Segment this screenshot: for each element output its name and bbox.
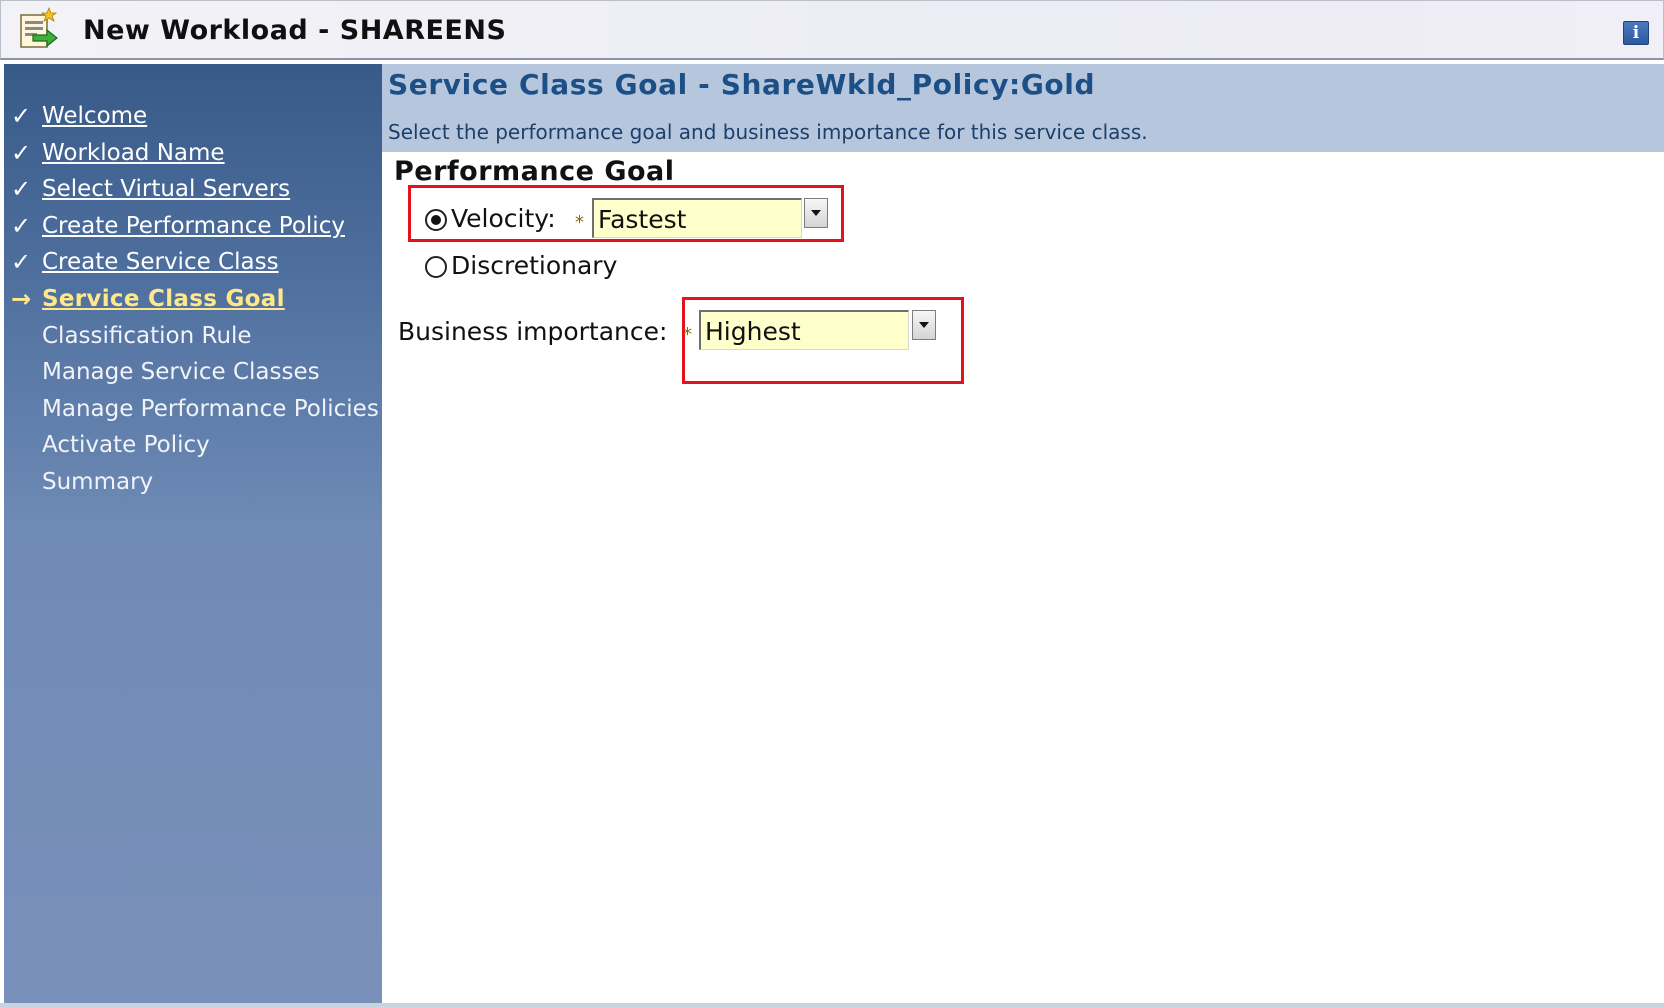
velocity-radio[interactable] [425, 209, 447, 231]
step-manage-service-classes: Manage Service Classes [4, 354, 382, 391]
step-label[interactable]: Workload Name [42, 135, 225, 171]
workload-wizard-icon [20, 7, 58, 48]
business-importance-dropdown-button[interactable] [912, 310, 936, 340]
velocity-select-value: Fastest [598, 205, 687, 234]
page-title: Service Class Goal - ShareWkld_Policy:Go… [388, 68, 1096, 101]
step-summary: Summary [4, 464, 382, 501]
check-icon: ✓ [11, 248, 32, 277]
discretionary-label: Discretionary [451, 251, 618, 280]
title-bar: New Workload - SHAREENS i [0, 0, 1664, 60]
velocity-dropdown-button[interactable] [804, 198, 828, 228]
step-classification-rule: Classification Rule [4, 318, 382, 355]
step-create-service-class[interactable]: ✓ Create Service Class [4, 244, 382, 281]
step-label[interactable]: Service Class Goal [42, 281, 285, 317]
check-icon: ✓ [11, 211, 32, 240]
check-icon: ✓ [11, 138, 32, 167]
check-icon: ✓ [11, 102, 32, 130]
step-service-class-goal[interactable]: → Service Class Goal [4, 281, 382, 318]
step-label: Manage Service Classes [42, 359, 320, 386]
discretionary-radio[interactable] [425, 256, 447, 278]
page-header: Service Class Goal - ShareWkld_Policy:Go… [382, 64, 1664, 152]
radio-selected-dot [431, 215, 441, 225]
info-icon[interactable]: i [1623, 21, 1649, 45]
required-marker: * [683, 324, 692, 345]
bottom-border [0, 1003, 1664, 1007]
step-label: Classification Rule [42, 322, 252, 349]
business-importance-select-value: Highest [705, 317, 801, 346]
check-icon: ✓ [11, 175, 32, 204]
step-manage-performance-policies: Manage Performance Policies [4, 391, 382, 428]
step-workload-name[interactable]: ✓ Workload Name [4, 135, 382, 172]
step-label: Activate Policy [42, 432, 210, 459]
business-importance-select[interactable]: Highest [699, 310, 909, 350]
step-label: Manage Performance Policies [42, 395, 379, 422]
required-marker: * [575, 212, 584, 233]
wizard-steps-sidebar: ✓ Welcome ✓ Workload Name ✓ Select Virtu… [4, 64, 382, 1003]
step-label[interactable]: Select Virtual Servers [42, 171, 290, 207]
business-importance-label: Business importance: [398, 317, 668, 346]
wizard-steps-list: ✓ Welcome ✓ Workload Name ✓ Select Virtu… [4, 98, 382, 501]
page-description: Select the performance goal and business… [388, 120, 1148, 144]
step-create-performance-policy[interactable]: ✓ Create Performance Policy [4, 208, 382, 245]
step-label[interactable]: Welcome [42, 98, 147, 134]
performance-goal-heading: Performance Goal [394, 156, 675, 187]
window-title: New Workload - SHAREENS [83, 15, 507, 46]
step-label[interactable]: Create Service Class [42, 244, 279, 280]
velocity-label: Velocity: [451, 204, 556, 233]
step-select-virtual-servers[interactable]: ✓ Select Virtual Servers [4, 171, 382, 208]
step-label[interactable]: Create Performance Policy [42, 208, 345, 244]
step-label: Summary [42, 468, 154, 495]
step-activate-policy: Activate Policy [4, 427, 382, 464]
step-welcome[interactable]: ✓ Welcome [4, 98, 382, 135]
velocity-select[interactable]: Fastest [592, 198, 802, 238]
arrow-right-icon: → [11, 284, 32, 313]
